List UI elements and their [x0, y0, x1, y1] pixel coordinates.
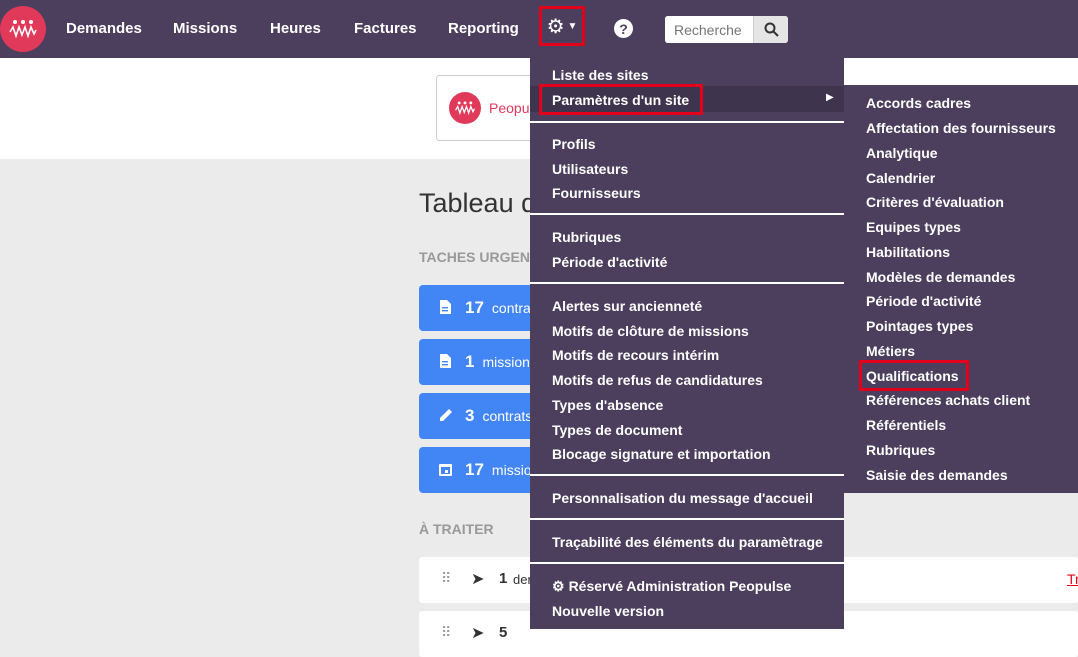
task-count: 17 [465, 298, 484, 317]
menu-item-types-absence[interactable]: Types d'absence [552, 397, 663, 413]
send-icon: ➤ [471, 571, 485, 588]
menu-item-utilisateurs[interactable]: Utilisateurs [552, 161, 628, 177]
submenu-item-accords-cadres[interactable]: Accords cadres [866, 95, 971, 111]
highlight-box [859, 360, 969, 391]
submenu-item-criteres-evaluation[interactable]: Critères d'évaluation [866, 194, 1004, 210]
people-logo-icon [9, 20, 37, 39]
task-text: mission [482, 354, 530, 370]
search-icon [764, 22, 779, 37]
menu-divider [530, 282, 844, 284]
treat-count: 1 [499, 570, 508, 587]
send-icon: ➤ [471, 625, 485, 642]
menu-item-motifs-cloture[interactable]: Motifs de clôture de missions [552, 323, 749, 339]
menu-item-liste-des-sites[interactable]: Liste des sites [552, 67, 649, 83]
drag-handle-icon[interactable]: ⠿ [441, 570, 451, 587]
submenu-item-affectation-fournisseurs[interactable]: Affectation des fournisseurs [866, 120, 1056, 136]
settings-dropdown-button[interactable]: ⚙ ▼ [539, 6, 585, 46]
calendar-icon [439, 462, 453, 479]
nav-factures[interactable]: Factures [354, 20, 417, 37]
submenu-item-references-achats[interactable]: Références achats client [866, 392, 1030, 408]
to-treat-label: À TRAITER [419, 521, 494, 537]
highlight-box [539, 84, 703, 115]
submenu-item-saisie-demandes[interactable]: Saisie des demandes [866, 467, 1008, 483]
menu-item-periode-activite[interactable]: Période d'activité [552, 254, 667, 270]
menu-item-tracabilite[interactable]: Traçabilité des éléments du paramètrage [552, 534, 823, 550]
document-icon [439, 353, 453, 371]
nav-heures[interactable]: Heures [270, 20, 321, 37]
task-count: 1 [465, 352, 475, 371]
submenu-item-calendrier[interactable]: Calendrier [866, 170, 935, 186]
menu-item-reserve-administration[interactable]: ⚙ Réservé Administration Peopulse [552, 578, 791, 595]
help-icon[interactable]: ? [614, 19, 633, 38]
urgent-tasks-label: TACHES URGENT [419, 249, 539, 265]
search-input[interactable] [665, 16, 753, 43]
submenu-item-rubriques[interactable]: Rubriques [866, 442, 935, 458]
submenu-item-equipes-types[interactable]: Equipes types [866, 219, 961, 235]
menu-divider [530, 474, 844, 476]
menu-divider [530, 121, 844, 123]
menu-item-types-document[interactable]: Types de document [552, 422, 682, 438]
pencil-icon [439, 408, 453, 425]
gears-icon: ⚙ [552, 578, 565, 594]
people-logo-icon [454, 101, 476, 116]
task-text: missio [491, 462, 532, 478]
page-title: Tableau d [419, 188, 537, 218]
nav-demandes[interactable]: Demandes [66, 20, 142, 37]
submenu-item-habilitations[interactable]: Habilitations [866, 244, 950, 260]
submenu-item-periode-activite[interactable]: Période d'activité [866, 293, 981, 309]
menu-divider [530, 562, 844, 564]
menu-item-nouvelle-version[interactable]: Nouvelle version [552, 603, 664, 619]
menu-item-personnalisation-message[interactable]: Personnalisation du message d'accueil [552, 490, 813, 506]
gear-icon: ⚙ [546, 15, 565, 38]
menu-divider [530, 213, 844, 215]
menu-item-label: Réservé Administration Peopulse [568, 578, 792, 594]
menu-item-alertes-anciennete[interactable]: Alertes sur ancienneté [552, 298, 702, 314]
caret-down-icon: ▼ [567, 20, 578, 32]
task-text: contrat [491, 300, 535, 316]
treat-text: der [513, 572, 532, 587]
menu-item-motifs-refus[interactable]: Motifs de refus de candidatures [552, 372, 763, 388]
site-parameters-submenu: Accords cadres Affectation des fournisse… [844, 85, 1078, 493]
treat-link[interactable]: Tr [1067, 571, 1078, 587]
menu-item-rubriques[interactable]: Rubriques [552, 229, 621, 245]
task-text: contrats [482, 408, 533, 424]
search-box [665, 16, 788, 43]
submenu-item-modeles-demandes[interactable]: Modèles de demandes [866, 269, 1015, 285]
app-logo[interactable] [0, 6, 46, 52]
site-logo [449, 92, 481, 124]
chevron-right-icon: ▶ [826, 92, 834, 103]
submenu-item-referentiels[interactable]: Référentiels [866, 417, 946, 433]
submenu-item-analytique[interactable]: Analytique [866, 145, 938, 161]
menu-item-motifs-recours[interactable]: Motifs de recours intérim [552, 347, 719, 363]
submenu-item-pointages-types[interactable]: Pointages types [866, 318, 973, 334]
drag-handle-icon[interactable]: ⠿ [441, 624, 451, 641]
menu-divider [530, 518, 844, 520]
settings-menu: Liste des sites Paramètres d'un site ▶ P… [530, 58, 844, 629]
task-count: 17 [465, 460, 484, 479]
menu-item-profils[interactable]: Profils [552, 136, 596, 152]
top-navbar: Demandes Missions Heures Factures Report… [0, 0, 1078, 58]
nav-reporting[interactable]: Reporting [448, 20, 519, 37]
menu-item-fournisseurs[interactable]: Fournisseurs [552, 185, 641, 201]
treat-count: 5 [499, 624, 508, 641]
document-icon [439, 299, 453, 317]
nav-missions[interactable]: Missions [173, 20, 237, 37]
search-button[interactable] [753, 16, 788, 43]
task-count: 3 [465, 406, 475, 425]
submenu-item-metiers[interactable]: Métiers [866, 343, 915, 359]
menu-item-blocage-signature[interactable]: Blocage signature et importation [552, 446, 771, 462]
